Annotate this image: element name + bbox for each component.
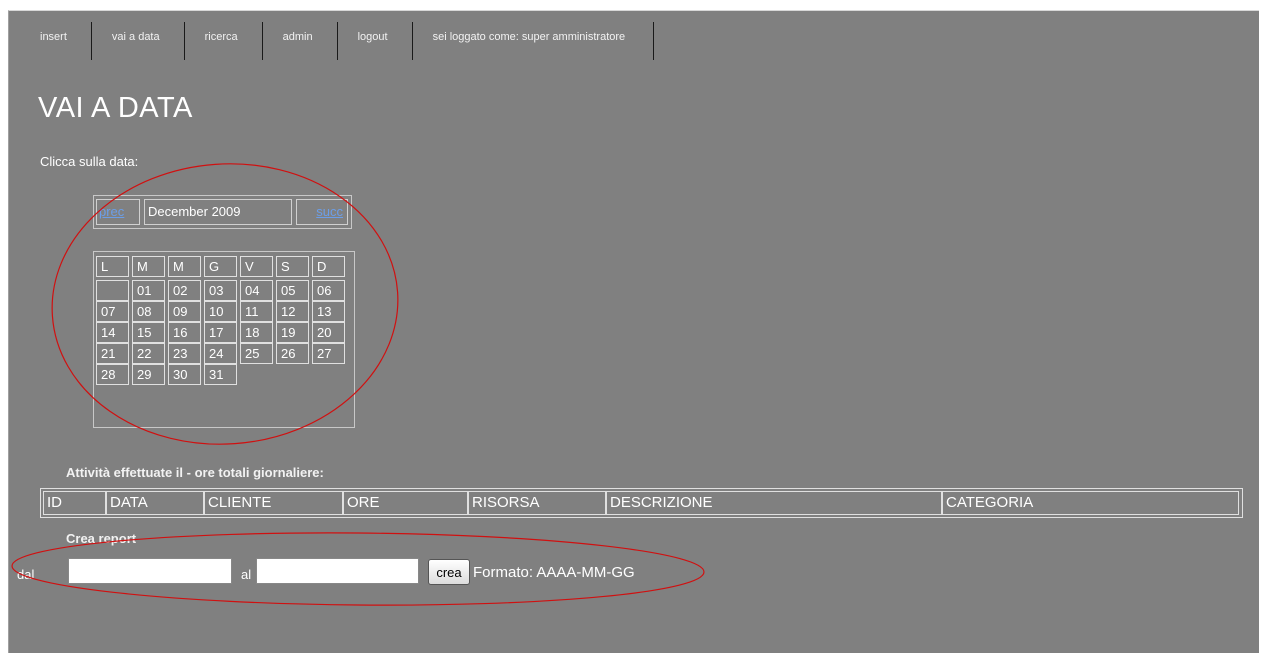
calendar-day[interactable]: 19 xyxy=(276,322,309,343)
from-date-input[interactable] xyxy=(68,558,232,584)
logged-user-label: sei loggato come: super amministratore xyxy=(413,22,655,60)
weekday-header: S xyxy=(276,256,309,277)
next-month-cell: succ xyxy=(296,199,348,225)
from-label: dal xyxy=(17,567,35,582)
calendar-day[interactable]: 04 xyxy=(240,280,273,301)
prev-month-link[interactable]: prec xyxy=(99,204,124,219)
calendar-day[interactable]: 20 xyxy=(312,322,345,343)
column-header-ore: ORE xyxy=(343,491,468,515)
top-nav: insert vai a data ricerca admin logout s… xyxy=(20,22,655,60)
calendar-day[interactable]: 30 xyxy=(168,364,201,385)
calendar-day[interactable]: 23 xyxy=(168,343,201,364)
calendar-day[interactable]: 13 xyxy=(312,301,345,322)
prev-month-cell: prec xyxy=(96,199,140,225)
calendar-day[interactable]: 27 xyxy=(312,343,345,364)
weekday-header: L xyxy=(96,256,129,277)
weekday-header: G xyxy=(204,256,237,277)
column-header-data: DATA xyxy=(106,491,204,515)
calendar-day[interactable]: 16 xyxy=(168,322,201,343)
column-header-cliente: CLIENTE xyxy=(204,491,343,515)
nav-logout[interactable]: logout xyxy=(338,22,413,60)
crea-button[interactable]: crea xyxy=(428,559,470,585)
activities-heading: Attività effettuate il - ore totali gior… xyxy=(66,465,324,480)
next-month-link[interactable]: succ xyxy=(316,204,343,219)
calendar-day[interactable]: 22 xyxy=(132,343,165,364)
calendar-day[interactable]: 17 xyxy=(204,322,237,343)
column-header-categoria: CATEGORIA xyxy=(942,491,1239,515)
calendar-day[interactable]: 12 xyxy=(276,301,309,322)
calendar-day[interactable]: 18 xyxy=(240,322,273,343)
weekday-header: M xyxy=(168,256,201,277)
date-format-hint: Formato: AAAA-MM-GG xyxy=(473,564,635,581)
column-header-id: ID xyxy=(43,491,106,515)
page-title: VAI A DATA xyxy=(38,92,193,124)
column-header-risorsa: RISORSA xyxy=(468,491,606,515)
nav-insert[interactable]: insert xyxy=(20,22,92,60)
calendar-day[interactable]: 10 xyxy=(204,301,237,322)
calendar-day[interactable]: 15 xyxy=(132,322,165,343)
weekday-header: D xyxy=(312,256,345,277)
empty-day-cell xyxy=(96,280,129,301)
nav-admin[interactable]: admin xyxy=(263,22,338,60)
activities-table: ID DATA CLIENTE ORE RISORSA DESCRIZIONE … xyxy=(40,488,1243,518)
calendar-day[interactable]: 14 xyxy=(96,322,129,343)
calendar-day[interactable]: 09 xyxy=(168,301,201,322)
calendar-grid: L M M G V S D 01 02 03 04 05 06 07 08 09 10 11 12 13 14 15 16 1… xyxy=(93,251,355,428)
month-label: December 2009 xyxy=(144,199,292,225)
calendar-day[interactable]: 06 xyxy=(312,280,345,301)
calendar-day[interactable]: 25 xyxy=(240,343,273,364)
calendar-day[interactable]: 28 xyxy=(96,364,129,385)
calendar-day[interactable]: 24 xyxy=(204,343,237,364)
weekday-header: M xyxy=(132,256,165,277)
nav-vai-a-data[interactable]: vai a data xyxy=(92,22,185,60)
calendar-day[interactable]: 08 xyxy=(132,301,165,322)
column-header-descrizione: DESCRIZIONE xyxy=(606,491,942,515)
calendar-day[interactable]: 03 xyxy=(204,280,237,301)
report-heading: Crea report xyxy=(66,531,137,546)
calendar-day[interactable]: 01 xyxy=(132,280,165,301)
calendar-day[interactable]: 31 xyxy=(204,364,237,385)
nav-ricerca[interactable]: ricerca xyxy=(185,22,263,60)
to-label: al xyxy=(241,567,252,582)
calendar-day[interactable]: 11 xyxy=(240,301,273,322)
calendar-day[interactable]: 26 xyxy=(276,343,309,364)
calendar-day[interactable]: 29 xyxy=(132,364,165,385)
calendar-day[interactable]: 02 xyxy=(168,280,201,301)
month-navigator: prec December 2009 succ xyxy=(93,195,352,229)
to-date-input[interactable] xyxy=(256,558,419,584)
calendar-day[interactable]: 05 xyxy=(276,280,309,301)
calendar-day[interactable]: 21 xyxy=(96,343,129,364)
calendar-day[interactable]: 07 xyxy=(96,301,129,322)
weekday-header: V xyxy=(240,256,273,277)
instruction-text: Clicca sulla data: xyxy=(40,154,139,169)
